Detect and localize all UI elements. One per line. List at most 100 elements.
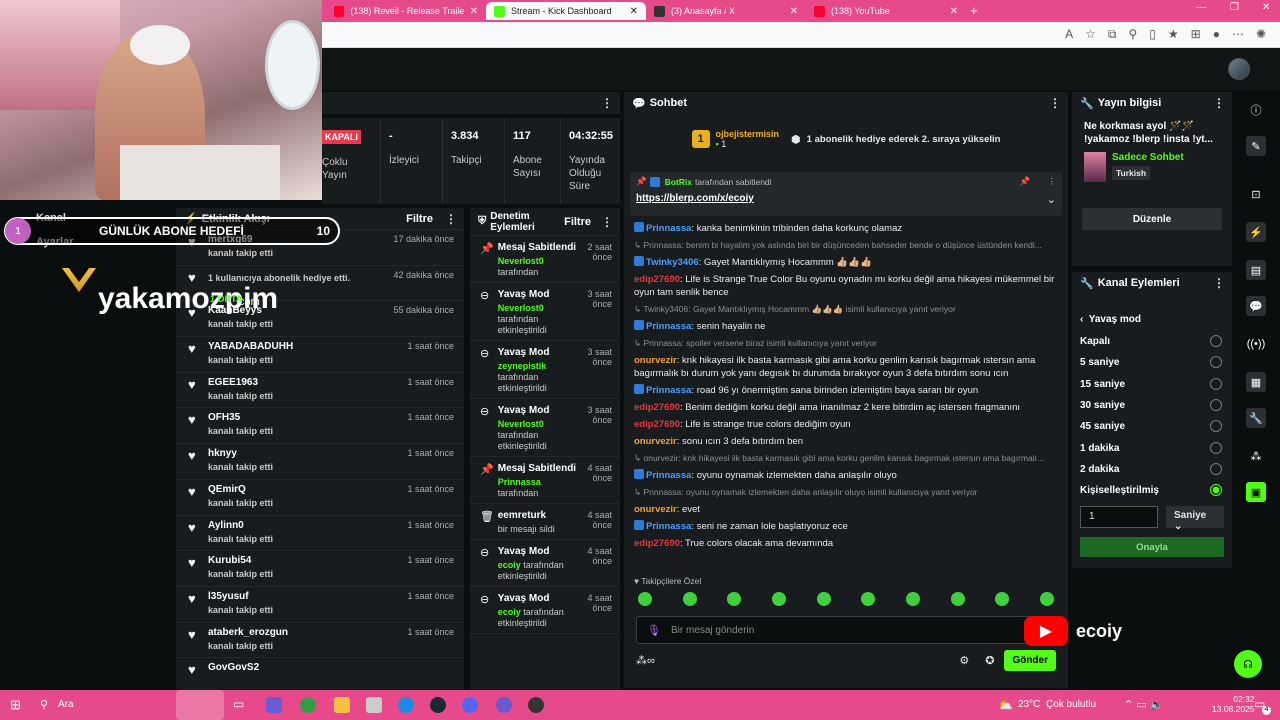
emote-icon[interactable] (861, 592, 876, 606)
filter-button[interactable]: Filtre (564, 216, 591, 228)
pencil-icon[interactable]: ✎ (1246, 136, 1266, 156)
windows-start-icon[interactable]: ⊞ (10, 697, 21, 713)
more-icon[interactable]: ⋮ (445, 212, 457, 226)
more-icon[interactable]: ⋮ (1213, 96, 1225, 110)
slow-mode-option[interactable]: 30 saniye (1080, 400, 1125, 411)
emote-icon[interactable] (1039, 592, 1054, 606)
radio-button[interactable] (1210, 356, 1222, 369)
back-button[interactable]: ‹ Yavaş mod (1080, 314, 1141, 325)
extension-icon[interactable]: ⚲ (1128, 27, 1137, 42)
wrench-icon[interactable]: 🔧 (1246, 408, 1266, 428)
slow-mode-option[interactable]: 2 dakika (1080, 464, 1119, 475)
clock[interactable]: 02:32 13.08.2025 (1212, 694, 1255, 714)
discord-icon[interactable] (462, 697, 478, 713)
edit-button[interactable]: Düzenle (1082, 208, 1222, 230)
avatar[interactable] (1228, 58, 1250, 80)
widget-image[interactable] (176, 690, 224, 720)
browser-tab-4[interactable]: (138) YouTube ✕ (806, 2, 966, 20)
app-icon[interactable] (528, 697, 544, 713)
copilot-app-icon[interactable] (266, 697, 282, 713)
radio-button[interactable] (1210, 335, 1222, 347)
filter-button[interactable]: Filtre (406, 213, 433, 225)
layout-icon[interactable]: ▦ (1246, 372, 1266, 392)
profile-icon[interactable]: ● (1213, 27, 1220, 42)
minimize-icon[interactable]: — (1196, 2, 1206, 13)
unpin-icon[interactable]: 📌 (1020, 176, 1031, 187)
slow-mode-option[interactable]: 45 saniye (1080, 421, 1125, 432)
search-icon[interactable]: ⚲ (40, 698, 48, 711)
task-view-icon[interactable]: ▭ (233, 697, 249, 713)
broadcast-icon[interactable]: ((•)) (1246, 334, 1266, 354)
more-icon[interactable]: ⋮ (1213, 276, 1225, 290)
taskbar-search[interactable]: Ara (58, 699, 74, 710)
confirm-button[interactable]: Onayla (1080, 537, 1224, 557)
close-icon[interactable]: ✕ (470, 6, 478, 17)
radio-button[interactable] (1210, 398, 1222, 411)
pinned-link[interactable]: https://blerp.com/x/ecoiy (636, 193, 754, 206)
browser-tab-3[interactable]: (3) Anasayfa / X ✕ (646, 2, 806, 20)
slow-mode-option[interactable]: 15 saniye (1080, 379, 1125, 390)
info-icon[interactable]: ⓘ (1246, 100, 1266, 120)
collections-icon[interactable]: ⊞ (1191, 27, 1201, 42)
emote-icon[interactable] (950, 592, 965, 606)
chat-icon[interactable]: 💬 (1246, 296, 1266, 316)
obs-icon[interactable] (496, 697, 512, 713)
menu-icon[interactable]: ⋯ (1232, 27, 1244, 42)
favorite-star-icon[interactable]: ☆ (1085, 27, 1096, 42)
radio-button[interactable] (1210, 484, 1222, 497)
emote-icon[interactable] (905, 592, 920, 606)
extensions-icon[interactable]: ⧉ (1108, 27, 1117, 42)
emote-icon[interactable]: ⁂ (1246, 446, 1266, 466)
category-link[interactable]: Sadece Sohbet (1112, 152, 1184, 163)
emote-icon[interactable] (771, 592, 786, 606)
custom-seconds-input[interactable]: 1 (1080, 506, 1158, 528)
more-icon[interactable]: ⋮ (601, 215, 613, 229)
close-icon[interactable]: ✕ (630, 6, 638, 17)
close-window-icon[interactable]: ✕ (1262, 2, 1270, 13)
send-button[interactable]: Gönder (1004, 650, 1056, 671)
more-icon[interactable]: ⋮ (601, 96, 613, 110)
close-icon[interactable]: ✕ (790, 6, 798, 17)
slow-mode-option[interactable]: 5 saniye (1080, 357, 1119, 368)
store-icon[interactable] (366, 697, 382, 713)
close-icon[interactable]: ✕ (950, 6, 958, 17)
emote-icon[interactable] (816, 592, 831, 606)
slow-mode-option[interactable]: Kişiselleştirilmiş (1080, 485, 1159, 496)
split-screen-icon[interactable]: ▯ (1149, 27, 1156, 42)
unit-select[interactable]: Saniye ⌄ (1166, 506, 1224, 532)
steam-icon[interactable] (430, 697, 446, 713)
copilot-icon[interactable]: ✺ (1256, 27, 1266, 42)
chrome-icon[interactable] (300, 697, 316, 713)
radio-button[interactable] (1210, 420, 1222, 433)
emote-icon[interactable] (682, 592, 697, 606)
gear-icon[interactable]: ⚙ (959, 654, 969, 667)
slow-mode-option[interactable]: Kapalı (1080, 336, 1110, 347)
chevron-down-icon[interactable]: ⌄ (1047, 193, 1056, 206)
lightning-icon[interactable]: ⚡ (1246, 222, 1266, 242)
emote-icon[interactable] (995, 592, 1010, 606)
emote-icon[interactable] (727, 592, 742, 606)
read-aloud-icon[interactable]: A (1065, 27, 1073, 42)
screenshot-icon[interactable]: ⊡ (1246, 184, 1266, 204)
document-icon[interactable]: ▤ (1246, 260, 1266, 280)
tray-icons[interactable]: ⌃ ▭ 🔈 (1124, 698, 1163, 711)
edge-icon[interactable] (398, 697, 414, 713)
more-icon[interactable]: ⋮ (1049, 96, 1061, 110)
clapper-icon[interactable]: ▣ (1246, 482, 1266, 502)
browser-tab-1[interactable]: (138) Reveil - Release Trailer | PS5 ✕ (326, 2, 486, 20)
emote-picker-icon[interactable]: ⁂∞ (636, 654, 655, 667)
chat-input[interactable]: 🎙 Bir mesaj gönderin (636, 616, 1056, 644)
more-icon[interactable]: ⋮ (1048, 176, 1057, 187)
radio-button[interactable] (1210, 441, 1222, 454)
favorites-icon[interactable]: ★ (1168, 27, 1179, 42)
slow-mode-option[interactable]: 1 dakika (1080, 443, 1119, 454)
maximize-icon[interactable]: ❐ (1230, 2, 1239, 13)
emote-icon[interactable] (638, 592, 652, 606)
new-tab-button[interactable]: + (970, 3, 978, 18)
file-explorer-icon[interactable] (334, 697, 350, 713)
mic-icon[interactable]: 🎙 (647, 624, 661, 637)
browser-tab-2[interactable]: Stream - Kick Dashboard ✕ (486, 2, 646, 20)
radio-button[interactable] (1210, 377, 1222, 390)
support-icon[interactable]: ☊ (1234, 650, 1262, 678)
radio-button[interactable] (1210, 462, 1222, 475)
